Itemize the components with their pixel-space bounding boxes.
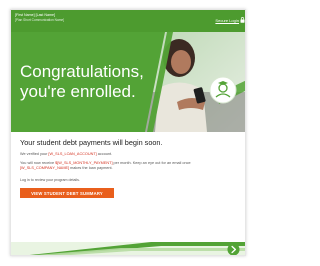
footer-stripe [11,242,245,255]
sender-subtitle: [Plan Short Communication Name] [15,18,65,22]
hero-title-line2: you're enrolled. [20,82,136,101]
chevron-right-icon[interactable] [227,243,240,256]
login-hint: Log in to review your program details. [20,178,80,182]
lock-icon [240,17,245,23]
hero-title: Congratulations, you're enrolled. [20,62,170,102]
email-header-bar: [First Name] [Last Name] [Plan Short Com… [11,10,245,32]
sender-name: [First Name] [Last Name] [15,13,55,17]
headline: Your student debt payments will begin so… [20,138,163,147]
email-card: [First Name] [Last Name] [Plan Short Com… [10,9,246,256]
secure-login-link[interactable]: Secure Login [215,18,239,23]
para-text-c: makes the loan payment. [69,166,113,171]
loan-account-token: [W_SLS_LOAN_ACCOUNT] [48,152,97,156]
hero-title-line1: Congratulations, [20,62,144,81]
view-summary-button[interactable]: VIEW STUDENT DEBT SUMMARY [20,188,114,198]
person-graduation-icon [209,76,237,104]
email-body: Your student debt payments will begin so… [11,132,245,242]
verified-prefix: We verified your [20,152,49,156]
verified-suffix: account. [96,152,113,156]
payment-paragraph: You will now receive $[W_SLS_MONTHLY_PAY… [20,161,235,171]
verified-text: We verified your [W_SLS_LOAN_ACCOUNT] ac… [20,152,112,156]
para-text-b: per month. Keep an eye out for an email … [112,161,191,165]
para-text-a: You will now receive [20,161,56,165]
monthly-payment-token: $[W_SLS_MONTHLY_PAYMENT] [55,161,113,165]
footer-band [11,242,245,256]
hero-banner: Congratulations, you're enrolled. [11,32,245,132]
company-name-token: [W_SLS_COMPANY_NAME] [20,166,70,171]
